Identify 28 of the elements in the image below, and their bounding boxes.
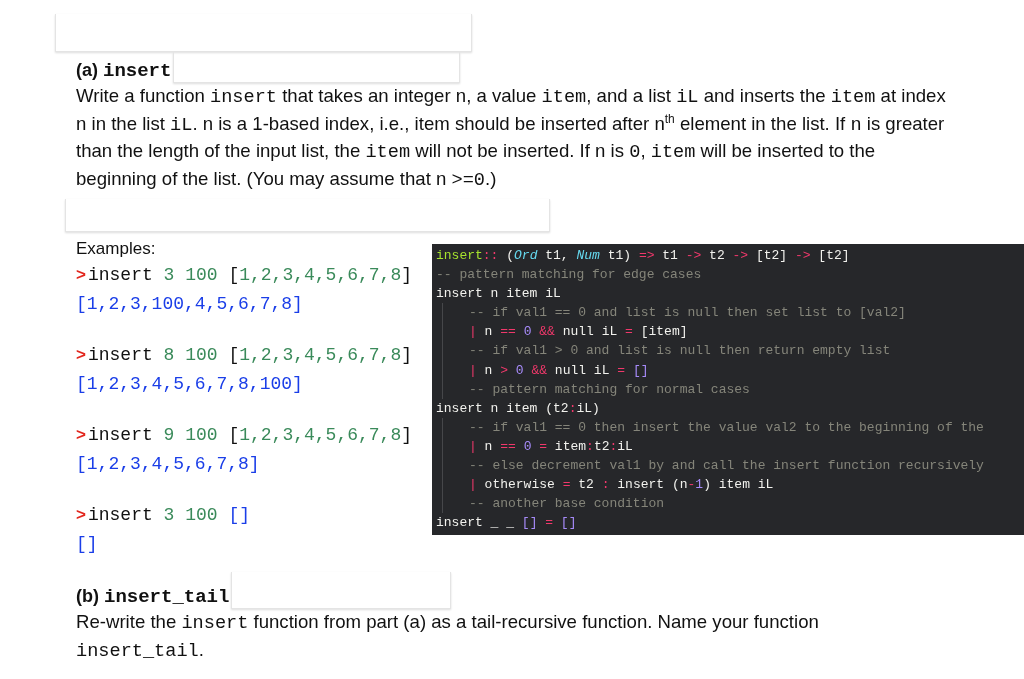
- code-line: | n > 0 && null iL = []: [442, 360, 649, 380]
- code-line: insert n item iL: [436, 285, 561, 304]
- code-line: -- if val1 == 0 then insert the value val2 to the beginning of the: [442, 417, 984, 437]
- code-line: -- pattern matching for normal cases: [442, 379, 750, 399]
- example-result: [1,2,3,100,4,5,6,7,8]: [76, 293, 304, 316]
- example-result: [1,2,3,4,5,6,7,8,100]: [76, 373, 304, 396]
- example-result: []: [76, 533, 99, 556]
- code-line: insert:: (Ord t1, Num t1) => t1 -> t2 -> [t2] -> [t2]: [436, 247, 850, 265]
- code-line: -- if val1 > 0 and list is null then return empty list: [442, 341, 891, 361]
- example-result: [1,2,3,4,5,6,7,8]: [76, 453, 261, 476]
- code-line: | otherwise = t2 : insert (n-1) item iL: [442, 475, 774, 495]
- code-line: -- pattern matching for edge cases: [436, 266, 702, 285]
- code-line: -- else decrement val1 by and call the insert function recursively: [442, 456, 984, 476]
- part-heading: (a) insert: [76, 59, 172, 83]
- examples-label: Examples:: [76, 238, 157, 260]
- part-heading: (b) insert_tail: [76, 585, 230, 609]
- example-call: >insert 3 100 [1,2,3,4,5,6,7,8]: [76, 264, 414, 287]
- example-call: >insert 8 100 [1,2,3,4,5,6,7,8]: [76, 344, 414, 367]
- code-line: insert _ _ [] = []: [436, 514, 577, 533]
- code-line: -- if val1 == 0 and list is null then set list to [val2]: [442, 303, 906, 323]
- code-line: | n == 0 = item:t2:iL: [442, 436, 633, 457]
- code-line: -- another base condition: [442, 494, 665, 514]
- code-line: | n == 0 && null iL = [item]: [442, 322, 688, 342]
- code-line: insert n item (t2:iL): [436, 399, 600, 418]
- example-call: >insert 9 100 [1,2,3,4,5,6,7,8]: [76, 424, 414, 447]
- example-call: >insert 3 100 []: [76, 504, 251, 527]
- question-text: Write a function insert that takes an integer n, a value item, and a list iL and inserts the item at index n in the list iL. n is a 1-based index, i.e., item should be inserted after n$^{th}$ element in the list. If n is greater than the length of the input list, the item will not be inserted. If n is 0, item will be inserted to the beginning of the list. (You may assume that n >=0.): [76, 84, 947, 193]
- question-text: Re-write the insert function from part (a) as a tail-recursive function. Name your function insert_tail.: [76, 610, 820, 664]
